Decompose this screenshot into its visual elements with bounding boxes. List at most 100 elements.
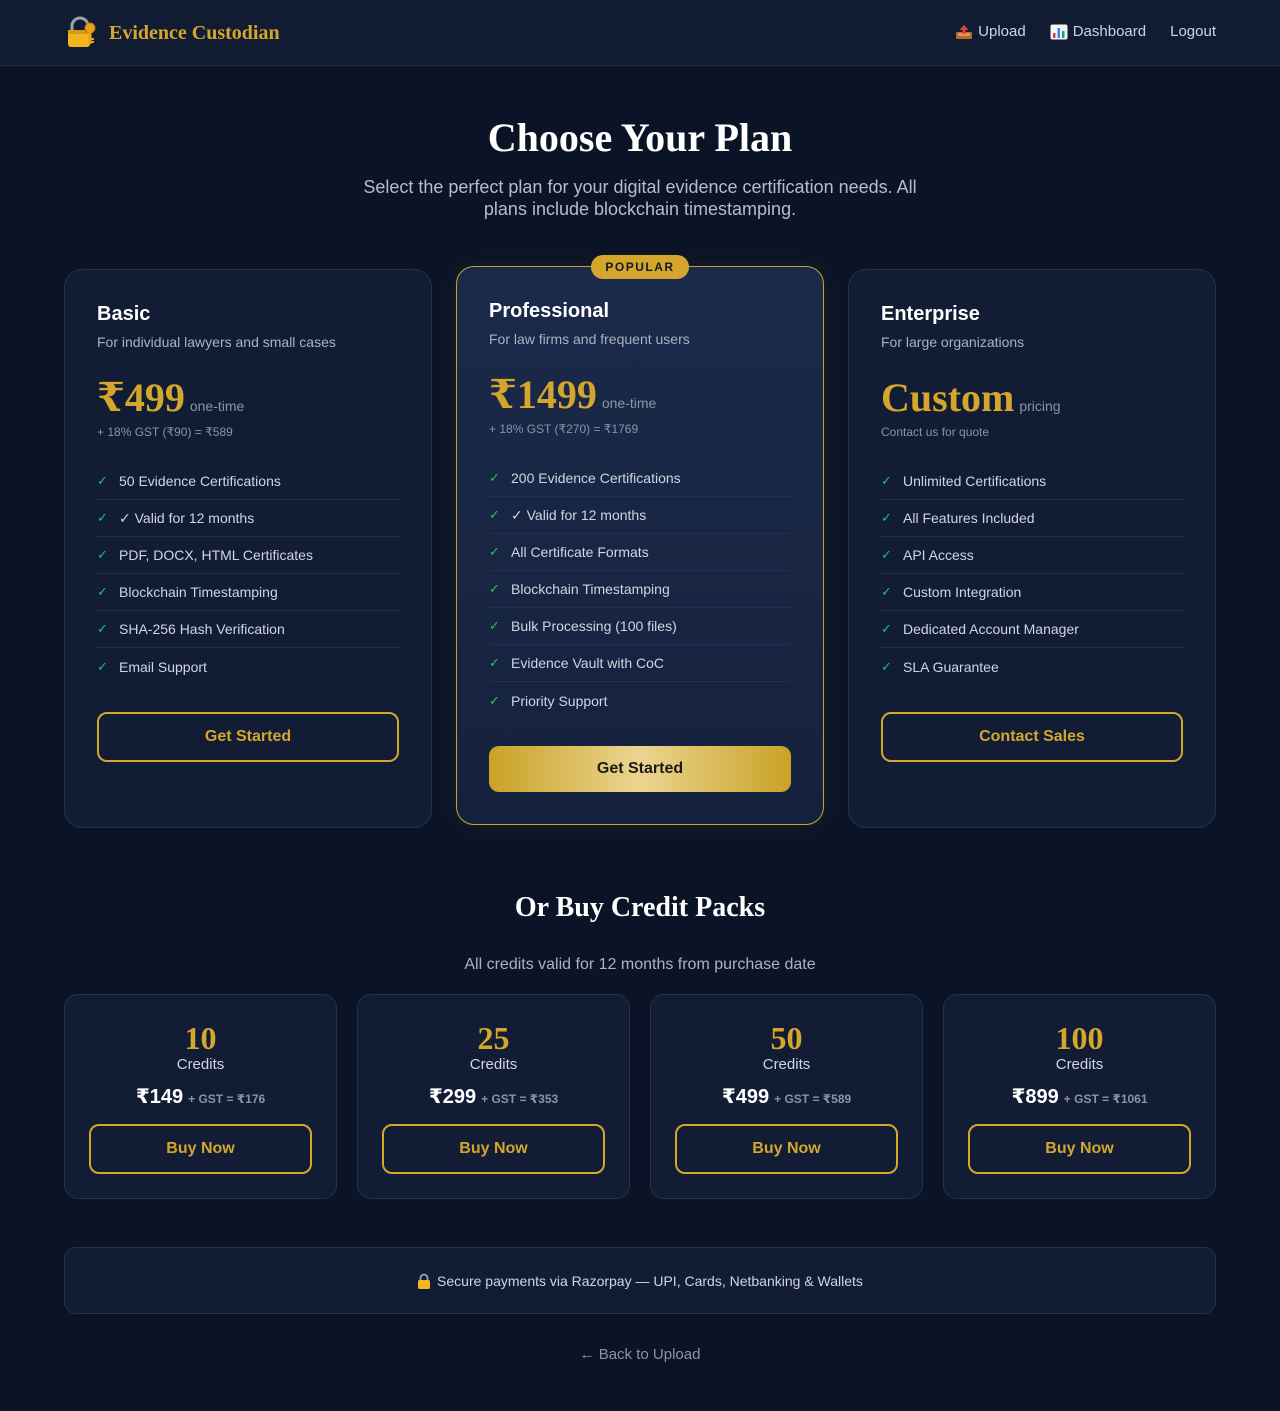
plan-feature-list: ✓ 50 Evidence Certifications ✓ ✓ Valid for… <box>97 463 399 685</box>
check-icon: ✓ <box>489 470 500 485</box>
plan-description: For individual lawyers and small cases <box>97 334 336 350</box>
plan-feature-text: Blockchain Timestamping <box>119 584 278 600</box>
plan-name: Professional <box>489 300 610 322</box>
plan-feature-text: Evidence Vault with CoC <box>511 655 665 671</box>
credit-label: Credits <box>1055 1056 1104 1073</box>
brand[interactable]: Evidence Custodian <box>64 16 280 50</box>
credit-pack-card: 10 Credits ₹149 + GST = ₹176 Buy Now <box>64 994 337 1199</box>
plan-price-note: + 18% GST (₹90) = ₹589 <box>97 425 233 439</box>
plan-feature-text: ✓ Valid for 12 months <box>119 509 255 526</box>
buy-now-button[interactable]: Buy Now <box>675 1124 898 1174</box>
plan-feature: ✓ Priority Support <box>489 682 791 719</box>
credit-price-amount: ₹149 <box>135 1086 184 1108</box>
plan-price-period: one-time <box>601 395 657 411</box>
plan-name: Enterprise <box>881 303 980 325</box>
check-icon: ✓ <box>489 692 500 708</box>
check-icon: ✓ <box>489 507 500 522</box>
nav-upload-link[interactable]: Upload <box>955 22 1026 42</box>
plan-feature: ✓ PDF, DOCX, HTML Certificates <box>97 537 399 574</box>
plan-feature-text: SLA Guarantee <box>903 658 999 675</box>
professional-get-started-button[interactable]: Get Started <box>489 746 791 792</box>
plan-price: ₹499 one-time <box>97 374 244 422</box>
credit-label: Credits <box>469 1056 518 1073</box>
plan-card-basic: Basic For individual lawyers and small c… <box>64 269 432 828</box>
plan-price: Custom pricing <box>881 374 1061 422</box>
credit-price-gst: + GST = ₹176 <box>188 1092 266 1106</box>
brand-name: Evidence Custodian <box>109 22 280 44</box>
plan-feature-text: Priority Support <box>511 692 608 709</box>
plan-feature: ✓ 50 Evidence Certifications <box>97 463 399 500</box>
plan-price-amount: ₹499 <box>97 375 185 420</box>
outbox-tray-icon <box>955 24 973 40</box>
check-icon: ✓ <box>97 510 108 525</box>
check-icon: ✓ <box>97 621 108 636</box>
locked-with-key-icon <box>64 16 98 50</box>
credit-count: 10 <box>184 1020 217 1056</box>
lock-icon <box>417 1273 431 1289</box>
plan-feature-list: ✓ 200 Evidence Certifications ✓ ✓ Valid fo… <box>489 460 791 719</box>
bar-chart-icon <box>1050 24 1068 40</box>
credit-price: ₹299 + GST = ₹353 <box>358 1084 629 1109</box>
check-icon: ✓ <box>97 584 108 599</box>
credit-packs-title: Or Buy Credit Packs <box>514 892 766 923</box>
credit-pack-card: 50 Credits ₹499 + GST = ₹589 Buy Now <box>650 994 923 1199</box>
credit-price-amount: ₹499 <box>721 1086 770 1108</box>
credit-price-gst: + GST = ₹353 <box>481 1092 559 1106</box>
nav-upload-label: Upload <box>978 23 1026 40</box>
back-to-upload-link[interactable]: ← Back to Upload <box>0 1346 1280 1364</box>
check-icon: ✓ <box>881 621 892 636</box>
plan-feature-list: ✓ Unlimited Certifications ✓ All Features … <box>881 463 1183 685</box>
credit-price: ₹149 + GST = ₹176 <box>65 1084 336 1109</box>
plan-feature: ✓ All Certificate Formats <box>489 534 791 571</box>
plan-price-note: Contact us for quote <box>881 425 990 439</box>
plan-feature: ✓ Custom Integration <box>881 574 1183 611</box>
buy-now-button[interactable]: Buy Now <box>968 1124 1191 1174</box>
plan-feature-text: Custom Integration <box>903 584 1022 600</box>
plan-feature-text: Dedicated Account Manager <box>903 621 1079 637</box>
credit-price: ₹899 + GST = ₹1061 <box>944 1084 1215 1109</box>
secure-payments-text: Secure payments via Razorpay — UPI, Card… <box>437 1272 863 1289</box>
plan-feature-text: API Access <box>903 547 974 563</box>
plan-description: For law firms and frequent users <box>489 331 690 347</box>
check-icon: ✓ <box>489 655 500 670</box>
credit-price-gst: + GST = ₹1061 <box>1063 1092 1148 1106</box>
plan-feature-text: All Features Included <box>903 510 1035 526</box>
plan-card-professional: POPULAR Professional For law firms and f… <box>456 255 824 825</box>
nav-logout-link[interactable]: Logout <box>1170 22 1216 42</box>
plan-feature: ✓ Dedicated Account Manager <box>881 611 1183 648</box>
credit-price-gst: + GST = ₹589 <box>774 1092 852 1106</box>
top-navbar: Evidence Custodian Upload Dashboard Logo… <box>0 0 1280 66</box>
basic-get-started-button[interactable]: Get Started <box>97 712 399 762</box>
nav-dashboard-link[interactable]: Dashboard <box>1050 22 1146 42</box>
plan-price-note: + 18% GST (₹270) = ₹1769 <box>489 422 639 436</box>
check-icon: ✓ <box>881 510 892 525</box>
plan-feature: ✓ API Access <box>881 537 1183 574</box>
check-icon: ✓ <box>881 547 892 562</box>
buy-now-button[interactable]: Buy Now <box>89 1124 312 1174</box>
plan-feature: ✓ Unlimited Certifications <box>881 463 1183 500</box>
plan-feature: ✓ Bulk Processing (100 files) <box>489 608 791 645</box>
credit-price-amount: ₹299 <box>428 1086 477 1108</box>
main-nav: Upload Dashboard Logout <box>931 22 1216 42</box>
plan-feature-text: Email Support <box>119 658 207 675</box>
plan-feature-text: All Certificate Formats <box>511 544 649 560</box>
check-icon: ✓ <box>489 618 500 633</box>
plan-feature: ✓ Email Support <box>97 648 399 685</box>
plan-card-enterprise: Enterprise For large organizations Custo… <box>848 269 1216 828</box>
buy-now-button[interactable]: Buy Now <box>382 1124 605 1174</box>
plan-feature: ✓ Evidence Vault with CoC <box>489 645 791 682</box>
plan-feature-text: ✓ Valid for 12 months <box>511 506 647 523</box>
plan-feature-text: SHA-256 Hash Verification <box>119 621 285 637</box>
plan-feature-text: PDF, DOCX, HTML Certificates <box>119 547 313 563</box>
check-icon: ✓ <box>97 658 108 674</box>
credit-count: 25 <box>477 1020 510 1056</box>
plan-price-period: one-time <box>189 398 245 414</box>
plan-name: Basic <box>97 303 151 325</box>
credit-packs-subtitle: All credits valid for 12 months from pur… <box>464 956 816 973</box>
check-icon: ✓ <box>881 658 892 674</box>
check-icon: ✓ <box>97 473 108 488</box>
popular-badge: POPULAR <box>591 255 689 279</box>
credit-label: Credits <box>762 1056 811 1073</box>
contact-sales-button[interactable]: Contact Sales <box>881 712 1183 762</box>
plan-description: For large organizations <box>881 334 1025 350</box>
